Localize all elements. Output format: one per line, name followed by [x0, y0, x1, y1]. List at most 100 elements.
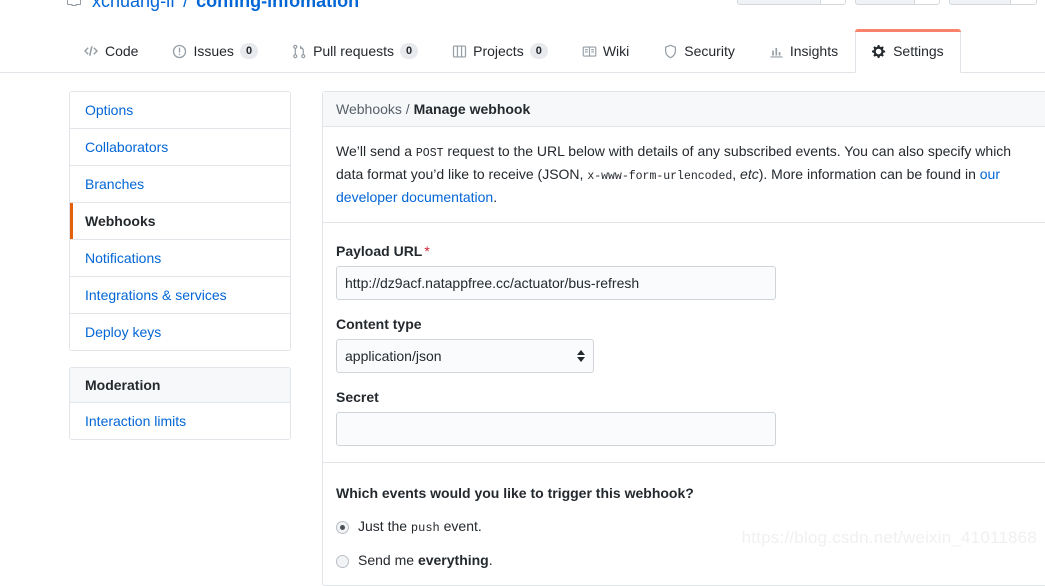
sidebar-item-label: Notifications	[85, 250, 162, 266]
intro-code-post: POST	[415, 147, 444, 160]
tab-issues-label: Issues	[193, 43, 234, 59]
tab-pull-requests[interactable]: Pull requests 0	[275, 29, 435, 73]
secret-label: Secret	[336, 389, 379, 405]
content-type-select[interactable]: application/json	[336, 339, 594, 373]
just-push-prefix: Just the	[358, 518, 411, 534]
sidebar-group-heading: Moderation	[70, 368, 290, 403]
settings-menu-moderation: Moderation Interaction limits	[69, 367, 291, 440]
gear-icon	[872, 44, 887, 59]
settings-sidebar: Options Collaborators Branches Webhooks …	[69, 91, 291, 440]
git-pull-request-icon	[292, 44, 307, 59]
star-button-group: Star 0	[855, 0, 941, 5]
just-push-code: push	[410, 521, 440, 535]
panel-body: We’ll send a POST request to the URL bel…	[323, 127, 1045, 568]
webhook-intro-text: We’ll send a POST request to the URL bel…	[336, 141, 1036, 222]
sidebar-item-label: Integrations & services	[85, 287, 227, 303]
tab-projects-count: 0	[529, 43, 548, 59]
breadcrumb: Webhooks / Manage webhook	[323, 92, 1045, 127]
sidebar-item-webhooks[interactable]: Webhooks	[70, 203, 290, 240]
fork-button[interactable]: Fork	[949, 0, 1011, 5]
breadcrumb-webhooks-link[interactable]: Webhooks	[336, 101, 402, 117]
radio-send-everything-label: Send me everything.	[358, 552, 493, 568]
radio-send-everything[interactable]	[336, 555, 349, 568]
sidebar-item-label: Deploy keys	[85, 324, 162, 340]
repo-name-link[interactable]: confing-infomation	[196, 0, 359, 11]
intro-part-5: .	[493, 189, 498, 205]
sidebar-item-options[interactable]: Options	[70, 92, 290, 129]
repo-nav: Code Issues 0 Pull requests 0 Projects 0	[0, 29, 1045, 73]
star-count[interactable]: 0	[913, 0, 941, 5]
tab-issues[interactable]: Issues 0	[155, 29, 275, 73]
code-icon	[83, 43, 99, 59]
webhook-form: Payload URL* Content type application/js…	[336, 223, 1045, 446]
sidebar-item-label: Collaborators	[85, 139, 169, 155]
sidebar-item-label: Webhooks	[85, 213, 156, 229]
radio-just-push[interactable]	[336, 521, 349, 534]
sidebar-item-notifications[interactable]: Notifications	[70, 240, 290, 277]
radio-option-send-everything[interactable]: Send me everything.	[336, 552, 1045, 568]
sidebar-item-deploy-keys[interactable]: Deploy keys	[70, 314, 290, 350]
tab-insights[interactable]: Insights	[752, 29, 855, 73]
intro-part-4: ). More information can be found in	[758, 166, 980, 182]
sidebar-item-label: Options	[85, 102, 134, 118]
intro-part-3: ,	[732, 166, 741, 182]
content-type-field: Content type application/json	[336, 316, 1045, 373]
fork-button-group: Fork 0	[949, 0, 1037, 5]
breadcrumb-current: Manage webhook	[413, 101, 531, 117]
watch-button[interactable]: Watch	[737, 0, 820, 5]
repo-separator: /	[183, 0, 189, 11]
tab-pull-requests-count: 0	[400, 43, 419, 59]
repo-icon	[66, 0, 82, 14]
tab-settings[interactable]: Settings	[855, 29, 961, 73]
secret-field: Secret	[336, 389, 1045, 446]
payload-url-label: Payload URL *	[336, 243, 1045, 259]
required-asterisk: *	[424, 243, 430, 259]
book-icon	[582, 44, 597, 59]
project-board-icon	[452, 44, 467, 59]
sidebar-item-collaborators[interactable]: Collaborators	[70, 129, 290, 166]
radio-just-push-label: Just the push event.	[358, 518, 482, 535]
watch-button-group: Watch 0	[737, 0, 847, 5]
repo-owner-link[interactable]: xchuang-lf	[92, 0, 175, 11]
watermark: https://blog.csdn.net/weixin_41011868	[741, 528, 1037, 547]
tab-security-label: Security	[684, 43, 735, 59]
tab-wiki[interactable]: Wiki	[565, 29, 646, 73]
fork-count[interactable]: 0	[1010, 0, 1037, 5]
secret-input[interactable]	[336, 412, 776, 446]
issue-opened-icon	[172, 44, 187, 59]
content-type-select-wrap: application/json	[336, 339, 594, 373]
tab-projects-label: Projects	[473, 43, 524, 59]
content-type-label: Content type	[336, 316, 422, 332]
payload-url-field: Payload URL *	[336, 243, 1045, 300]
intro-italic-etc: etc	[740, 166, 759, 182]
tab-code-label: Code	[105, 43, 139, 59]
tab-wiki-label: Wiki	[602, 43, 630, 59]
tab-code[interactable]: Code	[66, 29, 155, 73]
sidebar-item-integrations-services[interactable]: Integrations & services	[70, 277, 290, 314]
send-everything-bold: everything	[417, 552, 489, 568]
sidebar-item-interaction-limits[interactable]: Interaction limits	[70, 403, 290, 439]
manage-webhook-panel: Webhooks / Manage webhook We’ll send a P…	[322, 91, 1045, 586]
payload-url-input[interactable]	[336, 266, 776, 300]
sidebar-item-branches[interactable]: Branches	[70, 166, 290, 203]
sidebar-item-label: Branches	[85, 176, 145, 192]
graph-icon	[769, 44, 784, 59]
content-type-selected-value: application/json	[345, 348, 442, 364]
events-question: Which events would you like to trigger t…	[336, 485, 694, 501]
breadcrumb-separator: /	[405, 101, 410, 117]
star-button[interactable]: Star	[855, 0, 914, 5]
just-push-suffix: event.	[439, 518, 482, 534]
tab-issues-count: 0	[239, 43, 259, 59]
events-section: Which events would you like to trigger t…	[336, 463, 1045, 568]
tab-pull-requests-label: Pull requests	[313, 43, 394, 59]
repo-title: xchuang-lf / confing-infomation	[66, 0, 359, 14]
watch-count[interactable]: 0	[819, 0, 847, 5]
payload-url-label-text: Payload URL	[336, 243, 423, 259]
intro-part-1: We’ll send a	[336, 143, 416, 159]
send-everything-suffix: .	[488, 552, 493, 568]
tab-insights-label: Insights	[789, 43, 839, 59]
tab-settings-label: Settings	[893, 43, 944, 59]
tab-projects[interactable]: Projects 0	[435, 29, 565, 73]
repo-social-actions: Watch 0 Star 0 Fork 0	[737, 0, 1037, 5]
tab-security[interactable]: Security	[646, 29, 752, 73]
